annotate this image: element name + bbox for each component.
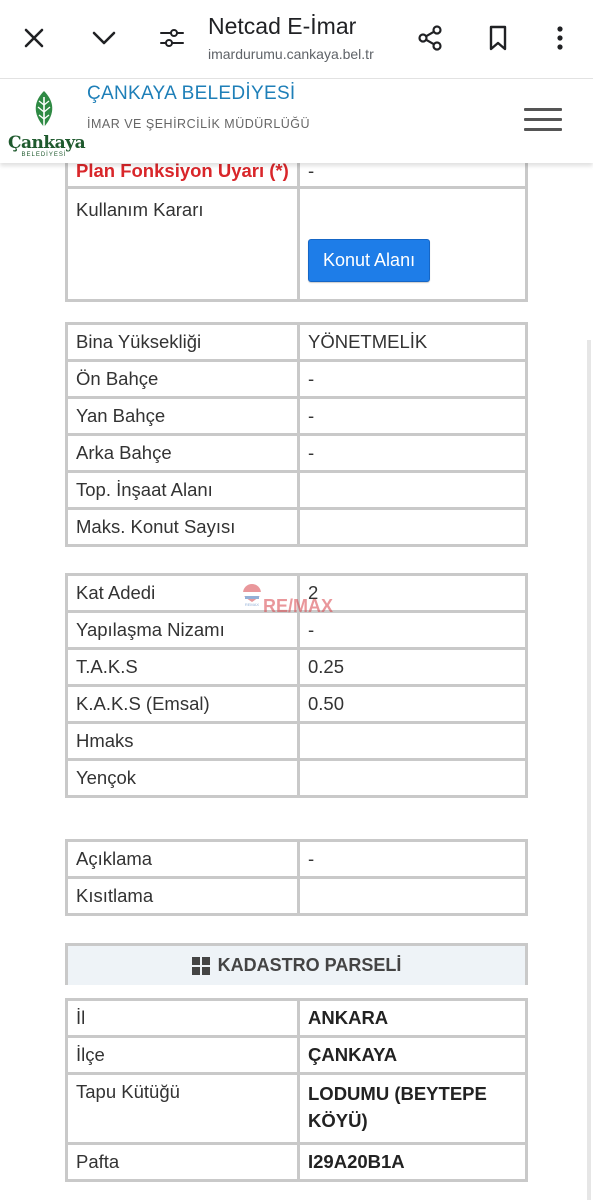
row-key: Yan Bahçe bbox=[65, 396, 300, 436]
table-row: Ön Bahçe - bbox=[65, 359, 528, 399]
row-key: Bina Yüksekliği bbox=[65, 322, 300, 362]
table-row: K.A.K.S (Emsal) 0.50 bbox=[65, 684, 528, 724]
row-value: LODUMU (BEYTEPE KÖYÜ) bbox=[308, 1083, 487, 1131]
row-value: I29A20B1A bbox=[308, 1151, 405, 1172]
row-key: Pafta bbox=[65, 1142, 300, 1182]
row-key: T.A.K.S bbox=[65, 647, 300, 687]
site-header: Çankaya BELEDİYESİ ÇANKAYA BELEDİYESİ İM… bbox=[0, 79, 593, 163]
row-key: Kısıtlama bbox=[65, 876, 300, 916]
row-value: - bbox=[297, 396, 528, 436]
table-row: İlçe ÇANKAYA bbox=[65, 1035, 528, 1075]
yapi-table: Bina Yüksekliği YÖNETMELİK Ön Bahçe - Yan … bbox=[65, 322, 528, 547]
grid-icon bbox=[191, 956, 210, 975]
aciklama-table: Açıklama - Kısıtlama bbox=[65, 839, 528, 916]
bookmark-icon[interactable] bbox=[478, 18, 518, 58]
row-key: Hmaks bbox=[65, 721, 300, 761]
table-row: Bina Yüksekliği YÖNETMELİK bbox=[65, 322, 528, 362]
row-value: 0.25 bbox=[297, 647, 528, 687]
table-row: Yan Bahçe - bbox=[65, 396, 528, 436]
row-value: ÇANKAYA bbox=[308, 1044, 398, 1065]
close-icon[interactable] bbox=[14, 18, 54, 58]
row-key: Tapu Kütüğü bbox=[65, 1072, 300, 1145]
row-value: 0.50 bbox=[297, 684, 528, 724]
org-title: ÇANKAYA BELEDİYESİ bbox=[87, 83, 296, 104]
row-key: Maks. Konut Sayısı bbox=[65, 507, 300, 547]
more-options-icon[interactable] bbox=[540, 18, 580, 58]
table-row: Kısıtlama bbox=[65, 876, 528, 916]
row-key: K.A.K.S (Emsal) bbox=[65, 684, 300, 724]
row-value: - bbox=[297, 839, 528, 879]
table-row: Hmaks bbox=[65, 721, 528, 761]
table-row: Maks. Konut Sayısı bbox=[65, 507, 528, 547]
page-url[interactable]: imardurumu.cankaya.bel.tr bbox=[208, 46, 374, 62]
row-value: YÖNETMELİK bbox=[297, 322, 528, 362]
menu-icon[interactable] bbox=[524, 108, 562, 134]
kadastro-section-header: KADASTRO PARSELİ bbox=[65, 943, 528, 985]
kadastro-table: İl ANKARA İlçe ÇANKAYA Tapu Kütüğü LODUMU (… bbox=[65, 998, 528, 1182]
row-key: İlçe bbox=[65, 1035, 300, 1075]
leaf-icon bbox=[35, 91, 53, 127]
table-row: Yençok bbox=[65, 758, 528, 798]
konut-alani-button[interactable]: Konut Alanı bbox=[308, 239, 431, 282]
row-key: Açıklama bbox=[65, 839, 300, 879]
watermark-text: RE/MAX bbox=[263, 596, 333, 616]
table-row: Arka Bahçe - bbox=[65, 433, 528, 473]
logo-wordmark: Çankaya bbox=[8, 133, 86, 153]
row-key: Yençok bbox=[65, 758, 300, 798]
row-value bbox=[297, 876, 528, 916]
row-value: - bbox=[297, 359, 528, 399]
table-row: Top. İnşaat Alanı bbox=[65, 470, 528, 510]
table-row: Açıklama - bbox=[65, 839, 528, 879]
cankaya-logo[interactable]: Çankaya BELEDİYESİ bbox=[8, 89, 86, 158]
row-value: - bbox=[297, 433, 528, 473]
chevron-down-icon[interactable] bbox=[84, 18, 124, 58]
remax-watermark: REMAX RE/MAX bbox=[240, 582, 360, 622]
plan-fonksiyon-label: Plan Fonksiyon Uyarı (*) bbox=[76, 160, 289, 181]
row-value bbox=[297, 721, 528, 761]
site-settings-icon[interactable] bbox=[152, 18, 192, 58]
row-value bbox=[297, 507, 528, 547]
kadastro-title: KADASTRO PARSELİ bbox=[217, 955, 402, 975]
share-icon[interactable] bbox=[410, 18, 450, 58]
org-subtitle: İMAR VE ŞEHİRCİLİK MÜDÜRLÜĞÜ bbox=[87, 117, 311, 131]
table-row: Tapu Kütüğü LODUMU (BEYTEPE KÖYÜ) bbox=[65, 1072, 528, 1145]
kullanim-karari-label: Kullanım Kararı bbox=[65, 186, 300, 302]
plan-table: Plan Fonksiyon Uyarı (*) - Kullanım Kara… bbox=[65, 140, 528, 302]
watermark-small-text: REMAX bbox=[245, 602, 260, 607]
table-row: T.A.K.S 0.25 bbox=[65, 647, 528, 687]
row-key: Top. İnşaat Alanı bbox=[65, 470, 300, 510]
logo-subtext: BELEDİYESİ bbox=[21, 152, 67, 158]
scrollbar[interactable] bbox=[587, 340, 591, 1200]
page-title: Netcad E-İmar bbox=[208, 13, 357, 39]
table-row: İl ANKARA bbox=[65, 998, 528, 1038]
row-value bbox=[297, 758, 528, 798]
table-row: Kullanım Kararı Konut Alanı bbox=[65, 186, 528, 302]
table-row: Pafta I29A20B1A bbox=[65, 1142, 528, 1182]
row-key: Arka Bahçe bbox=[65, 433, 300, 473]
row-value bbox=[297, 470, 528, 510]
browser-toolbar: Netcad E-İmar imardurumu.cankaya.bel.tr bbox=[0, 0, 593, 79]
row-key: İl bbox=[65, 998, 300, 1038]
row-value: ANKARA bbox=[308, 1007, 389, 1028]
row-key: Ön Bahçe bbox=[65, 359, 300, 399]
page-content: Plan Fonksiyon Uyarı (*) - Kullanım Kara… bbox=[0, 0, 593, 1200]
